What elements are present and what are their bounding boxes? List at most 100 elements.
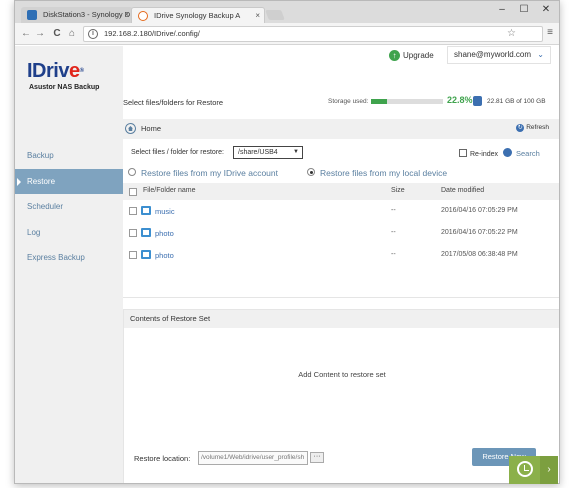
- tab-idrive[interactable]: IDrive Synology Backup A ×: [131, 7, 265, 23]
- refresh-label: Refresh: [526, 124, 549, 131]
- tab-close-icon[interactable]: ×: [255, 8, 260, 23]
- upgrade-icon: ↑: [389, 50, 400, 62]
- database-icon: [473, 96, 482, 106]
- folder-icon: [141, 206, 151, 215]
- table-row[interactable]: photo -- 2016/04/16 07:05:22 PM: [123, 222, 559, 244]
- idrive-logo: IDrive® Asustor NAS Backup: [27, 60, 99, 91]
- maximize-button[interactable]: ☐: [513, 3, 535, 17]
- table-row[interactable]: photo -- 2017/05/08 06:38:48 PM: [123, 244, 559, 266]
- user-dropdown[interactable]: shane@myworld.com ⌄: [447, 46, 551, 64]
- folder-icon: [141, 250, 151, 259]
- sidebar-item-scheduler[interactable]: Scheduler: [15, 194, 123, 220]
- storage-label: Storage used:: [328, 98, 369, 105]
- row-size: --: [391, 229, 396, 236]
- main-panel: Select files/folders for Restore Storage…: [123, 74, 559, 483]
- radio-label: Restore files from my local device: [320, 168, 448, 178]
- breadcrumb-home[interactable]: Home: [141, 124, 161, 133]
- row-checkbox[interactable]: [129, 229, 137, 237]
- storage-percent: 22.8%: [447, 95, 473, 105]
- folder-name-link[interactable]: music: [155, 207, 175, 216]
- refresh-link[interactable]: ↻ Refresh: [516, 124, 549, 132]
- row-date: 2016/04/16 07:05:22 PM: [441, 229, 518, 236]
- file-table: File/Folder name Size Date modified musi…: [123, 183, 559, 298]
- synology-favicon-icon: [27, 10, 37, 20]
- row-date: 2017/05/08 06:38:48 PM: [441, 251, 518, 258]
- tab-diskstation[interactable]: DiskStation3 - Synology D ×: [21, 7, 133, 23]
- source-select-row: Select files / folder for restore: /shar…: [123, 144, 559, 164]
- sidebar-item-express-backup[interactable]: Express Backup: [15, 245, 123, 271]
- tab-label: DiskStation3 - Synology D: [43, 10, 131, 19]
- clock-icon: [517, 461, 533, 477]
- storage-used-text: 22.81 GB of 100 GB: [487, 98, 546, 105]
- upgrade-link[interactable]: ↑ Upgrade: [389, 50, 434, 62]
- reload-icon[interactable]: C: [51, 27, 63, 41]
- page-header: Select files/folders for Restore Storage…: [123, 74, 559, 114]
- home-icon[interactable]: [125, 123, 136, 134]
- back-icon[interactable]: ←: [20, 27, 32, 41]
- select-all-checkbox[interactable]: [129, 188, 137, 196]
- browser-window: DiskStation3 - Synology D × IDrive Synol…: [14, 0, 560, 484]
- restore-set-title: Contents of Restore Set: [124, 310, 559, 328]
- tab-bar: DiskStation3 - Synology D × IDrive Synol…: [15, 1, 559, 23]
- reindex-box[interactable]: [459, 149, 467, 157]
- radio-dot[interactable]: [307, 168, 315, 176]
- radio-restore-local[interactable]: Restore files from my local device: [307, 168, 447, 178]
- home-icon[interactable]: ⌂: [66, 27, 78, 41]
- sidebar: IDrive® Asustor NAS Backup Backup Restor…: [15, 46, 123, 483]
- tab-close-icon[interactable]: ×: [124, 7, 129, 23]
- column-name[interactable]: File/Folder name: [143, 187, 196, 194]
- row-size: --: [391, 251, 396, 258]
- dropdown-arrow-icon: ▼: [293, 149, 299, 155]
- upgrade-label: Upgrade: [403, 51, 434, 60]
- schedule-widget[interactable]: [509, 456, 540, 484]
- row-checkbox[interactable]: [129, 251, 137, 259]
- row-size: --: [391, 207, 396, 214]
- refresh-icon: ↻: [516, 124, 525, 132]
- logo-subtitle: Asustor NAS Backup: [29, 84, 100, 91]
- user-email: shane@myworld.com: [454, 50, 532, 59]
- restore-source-radios: Restore files from my IDrive account Res…: [123, 166, 559, 182]
- close-window-button[interactable]: ✕: [535, 3, 557, 17]
- new-tab-button[interactable]: [265, 10, 285, 20]
- browse-button[interactable]: ···: [310, 452, 324, 463]
- radio-dot[interactable]: [128, 168, 136, 176]
- restore-location-input[interactable]: /volume1/Web/idrive/user_profile/sh: [198, 451, 308, 465]
- info-icon[interactable]: i: [88, 29, 98, 39]
- url-text[interactable]: 192.168.2.180/IDrive/.config/: [104, 27, 200, 41]
- search-icon: [503, 148, 512, 157]
- forward-icon[interactable]: →: [34, 27, 46, 41]
- storage-bar-fill: [371, 99, 388, 104]
- reindex-label: Re-index: [470, 151, 499, 158]
- radio-restore-account[interactable]: Restore files from my IDrive account: [128, 168, 278, 178]
- storage-bar: [371, 99, 443, 104]
- row-checkbox[interactable]: [129, 207, 137, 215]
- minimize-button[interactable]: –: [491, 3, 513, 17]
- source-select[interactable]: /share/USB4 ▼: [233, 146, 303, 159]
- breadcrumb: Home ↻ Refresh: [123, 119, 559, 139]
- logo-reg: ®: [79, 68, 84, 74]
- chevron-down-icon: ⌄: [537, 50, 544, 59]
- folder-name-link[interactable]: photo: [155, 251, 174, 260]
- column-size[interactable]: Size: [391, 187, 405, 194]
- file-table-header: File/Folder name Size Date modified: [123, 183, 559, 200]
- source-select-value: /share/USB4: [238, 149, 278, 156]
- search-link[interactable]: Search: [503, 148, 540, 158]
- search-label: Search: [516, 149, 540, 158]
- restore-set-panel: Contents of Restore Set Add Content to r…: [123, 309, 559, 483]
- logo-brand: IDriv: [27, 60, 69, 82]
- bookmark-star-icon[interactable]: ☆: [507, 27, 516, 41]
- column-date[interactable]: Date modified: [441, 187, 484, 194]
- chevron-right-icon[interactable]: ›: [540, 456, 558, 484]
- address-bar: ← → C ⌂ i 192.168.2.180/IDrive/.config/ …: [15, 23, 559, 45]
- table-row[interactable]: music -- 2016/04/16 07:05:29 PM: [123, 200, 559, 222]
- sidebar-item-restore[interactable]: Restore: [15, 168, 123, 194]
- page-title: Select files/folders for Restore: [123, 98, 224, 107]
- reindex-checkbox[interactable]: Re-index: [459, 149, 498, 158]
- browser-menu-icon[interactable]: ≡: [547, 27, 553, 38]
- idrive-favicon-icon: [138, 11, 148, 21]
- sidebar-item-log[interactable]: Log: [15, 220, 123, 246]
- url-input[interactable]: i 192.168.2.180/IDrive/.config/ ☆: [83, 26, 543, 42]
- folder-icon: [141, 228, 151, 237]
- folder-name-link[interactable]: photo: [155, 229, 174, 238]
- sidebar-item-backup[interactable]: Backup: [15, 143, 123, 169]
